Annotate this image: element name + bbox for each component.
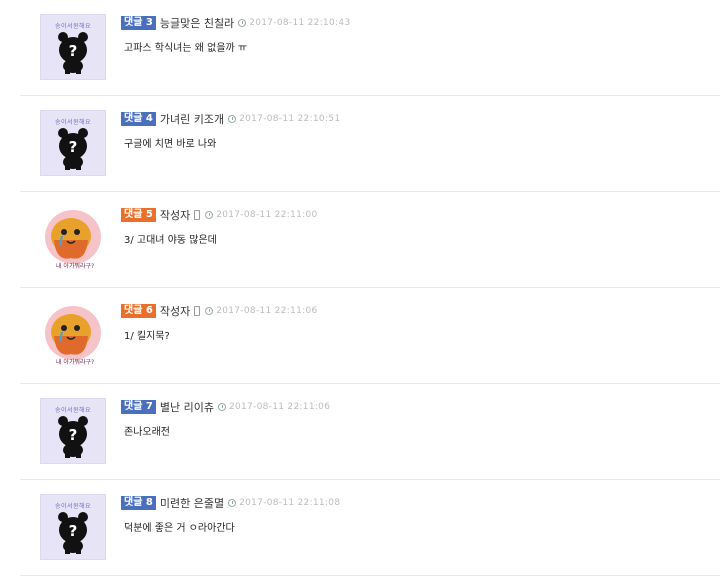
author-avatar[interactable]: 내 아가뭐라구? <box>40 302 106 368</box>
comment-author[interactable]: 작성자 <box>160 303 190 319</box>
comment-header: 댓글 8 미련한 은줄멸 2017-08-11 22:11:08 <box>121 495 340 511</box>
user-avatar[interactable]: 송이서윈해요 ? <box>40 398 106 464</box>
comment-number-badge: 댓글 4 <box>121 112 156 126</box>
crying-character-sticker-icon: 내 아가뭐라구? <box>45 306 101 366</box>
comment-timestamp: 2017-08-11 22:11:00 <box>216 210 318 220</box>
comment-item: 내 아가뭐라구? 댓글 5 작성자 2017-08-11 22:11:00 3/… <box>0 192 720 288</box>
comment-text: 고파스 학식녀는 왜 없을까 ㅠ <box>124 43 248 54</box>
comment-header: 댓글 4 가녀린 키조개 2017-08-11 22:10:51 <box>121 111 340 127</box>
anonymous-bear-icon: ? <box>58 416 88 458</box>
mobile-icon <box>194 210 201 220</box>
crying-character-sticker-icon: 내 아가뭐라구? <box>45 210 101 270</box>
clock-icon <box>205 211 214 219</box>
svg-text:?: ? <box>69 522 78 540</box>
comment-item: 송이서윈해요 ? 댓글 4 가녀린 키조개 2017-08-11 22:10:5… <box>0 96 720 192</box>
comment-author[interactable]: 가녀린 키조개 <box>160 111 224 127</box>
comment-header: 댓글 3 능글맞은 친칠라 2017-08-11 22:10:43 <box>121 15 350 31</box>
comment-list: 송이서윈해요 ? 댓글 3 능글맞은 친칠라 2017-08-11 22:10:… <box>0 0 720 584</box>
comment-text: 1/ 킬지묵? <box>124 331 170 342</box>
svg-text:?: ? <box>69 426 78 444</box>
clock-icon <box>228 115 237 123</box>
svg-text:?: ? <box>69 138 78 156</box>
comment-timestamp: 2017-08-11 22:11:06 <box>228 402 331 412</box>
comment-item: 송이서윈해요 ? 댓글 8 미련한 은줄멸 2017-08-11 22:11:0… <box>0 480 720 576</box>
clock-icon <box>238 19 247 27</box>
comment-author[interactable]: 미련한 은줄멸 <box>160 495 224 511</box>
sticker-caption: 내 아가뭐라구? <box>56 262 94 270</box>
comment-number-badge: 댓글 6 <box>121 304 156 318</box>
mobile-icon <box>194 306 201 316</box>
comment-item: 송이서윈해요 ? 댓글 3 능글맞은 친칠라 2017-08-11 22:10:… <box>0 0 720 96</box>
clock-icon <box>228 499 237 507</box>
comment-header: 댓글 6 작성자 2017-08-11 22:11:06 <box>121 303 318 319</box>
comment-timestamp: 2017-08-11 22:10:43 <box>249 18 351 28</box>
comment-text: 3/ 고대녀 야동 많은데 <box>124 235 217 246</box>
clock-icon <box>205 307 214 315</box>
author-avatar[interactable]: 내 아가뭐라구? <box>40 206 106 272</box>
comment-item: 송이서윈해요 ? 댓글 7 별난 리이츄 2017-08-11 22:11:06… <box>0 384 720 480</box>
sticker-caption: 내 아가뭐라구? <box>56 358 94 366</box>
user-avatar[interactable]: 송이서윈해요 ? <box>40 110 106 176</box>
comment-author[interactable]: 별난 리이츄 <box>160 399 214 415</box>
comment-author[interactable]: 작성자 <box>160 207 190 223</box>
divider <box>20 575 720 576</box>
clock-icon <box>217 403 226 411</box>
comment-timestamp: 2017-08-11 22:10:51 <box>239 114 341 124</box>
comment-number-badge: 댓글 8 <box>121 496 156 510</box>
comment-header: 댓글 5 작성자 2017-08-11 22:11:00 <box>121 207 318 223</box>
comment-text: 덕분에 좋은 거 ㅇ라아간다 <box>124 523 235 534</box>
user-avatar[interactable]: 송이서윈해요 ? <box>40 494 106 560</box>
comment-item: 내 아가뭐라구? 댓글 6 작성자 2017-08-11 22:11:06 1/… <box>0 288 720 384</box>
comment-text: 존나오래전 <box>124 427 170 438</box>
comment-number-badge: 댓글 3 <box>121 16 156 30</box>
comment-number-badge: 댓글 7 <box>121 400 156 414</box>
comment-text: 구글에 치면 바로 나와 <box>124 139 217 150</box>
comment-header: 댓글 7 별난 리이츄 2017-08-11 22:11:06 <box>121 399 330 415</box>
svg-text:?: ? <box>69 42 78 60</box>
anonymous-bear-icon: ? <box>58 32 88 74</box>
user-avatar[interactable]: 송이서윈해요 ? <box>40 14 106 80</box>
anonymous-bear-icon: ? <box>58 128 88 170</box>
comment-timestamp: 2017-08-11 22:11:06 <box>216 306 318 316</box>
anonymous-bear-icon: ? <box>58 512 88 554</box>
comment-number-badge: 댓글 5 <box>121 208 156 222</box>
comment-author[interactable]: 능글맞은 친칠라 <box>160 15 234 31</box>
comment-timestamp: 2017-08-11 22:11:08 <box>239 498 341 508</box>
